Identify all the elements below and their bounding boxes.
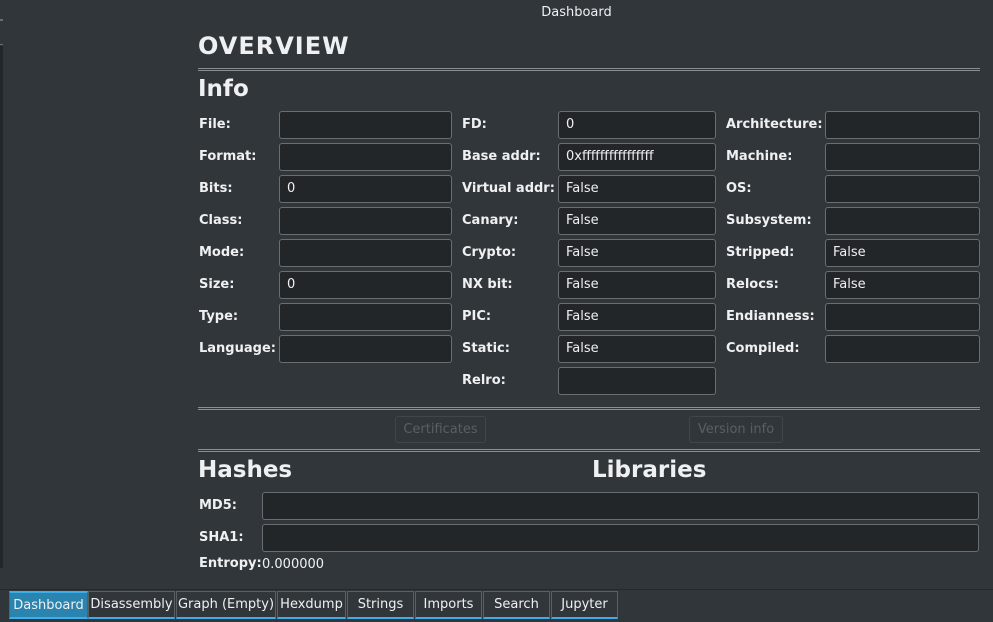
mode-field[interactable] [279, 239, 452, 267]
sidebar-divider [0, 44, 3, 45]
tab-hexdump[interactable]: Hexdump [277, 591, 346, 619]
sha1-field[interactable] [262, 524, 979, 552]
canary-label: Canary: [462, 213, 519, 228]
hashes-title: Hashes [198, 457, 293, 483]
virtual-addr-field[interactable]: False [558, 175, 716, 203]
file-field[interactable] [279, 111, 452, 139]
base-addr-label: Base addr: [462, 149, 541, 164]
format-field[interactable] [279, 143, 452, 171]
relocs-label: Relocs: [726, 277, 779, 292]
mode-label: Mode: [199, 245, 245, 260]
md5-label: MD5: [199, 498, 237, 513]
sidebar-marker [0, 19, 3, 21]
tab-strings[interactable]: Strings [347, 591, 414, 619]
base-addr-field[interactable]: 0xffffffffffffffff [558, 143, 716, 171]
separator [198, 407, 980, 410]
stripped-label: Stripped: [726, 245, 795, 260]
file-label: File: [199, 117, 231, 132]
os-label: OS: [726, 181, 752, 196]
language-label: Language: [199, 341, 276, 356]
architecture-field[interactable] [825, 111, 980, 139]
crypto-field[interactable]: False [558, 239, 716, 267]
pic-field[interactable]: False [558, 303, 716, 331]
relro-field[interactable] [558, 367, 716, 395]
entropy-value: 0.000000 [262, 557, 325, 572]
architecture-label: Architecture: [726, 117, 823, 132]
tab-search[interactable]: Search [483, 591, 550, 619]
overview-title: OVERVIEW [198, 32, 350, 60]
separator [198, 68, 980, 71]
fd-label: FD: [462, 117, 487, 132]
subsystem-label: Subsystem: [726, 213, 812, 228]
bits-field[interactable]: 0 [279, 175, 452, 203]
crypto-label: Crypto: [462, 245, 517, 260]
bits-label: Bits: [199, 181, 233, 196]
nx-bit-field[interactable]: False [558, 271, 716, 299]
virtual-addr-label: Virtual addr: [462, 181, 555, 196]
machine-field[interactable] [825, 143, 980, 171]
info-title: Info [198, 76, 249, 102]
tab-dashboard[interactable]: Dashboard [9, 591, 88, 619]
pic-label: PIC: [462, 309, 492, 324]
class-field[interactable] [279, 207, 452, 235]
type-label: Type: [199, 309, 239, 324]
compiled-label: Compiled: [726, 341, 800, 356]
fd-field[interactable]: 0 [558, 111, 716, 139]
entropy-label: Entropy: [199, 556, 262, 571]
sidebar-panel [0, 46, 3, 568]
size-label: Size: [199, 277, 235, 292]
endianness-label: Endianness: [726, 309, 815, 324]
compiled-field[interactable] [825, 335, 980, 363]
nx-bit-label: NX bit: [462, 277, 513, 292]
language-field[interactable] [279, 335, 452, 363]
format-label: Format: [199, 149, 257, 164]
canary-field[interactable]: False [558, 207, 716, 235]
endianness-field[interactable] [825, 303, 980, 331]
version-info-button[interactable]: Version info [689, 416, 783, 443]
sha1-label: SHA1: [199, 530, 244, 545]
libraries-title: Libraries [592, 457, 707, 483]
tab-graph-empty[interactable]: Graph (Empty) [176, 591, 276, 619]
size-field[interactable]: 0 [279, 271, 452, 299]
type-field[interactable] [279, 303, 452, 331]
machine-label: Machine: [726, 149, 793, 164]
class-label: Class: [199, 213, 243, 228]
os-field[interactable] [825, 175, 980, 203]
subsystem-field[interactable] [825, 207, 980, 235]
md5-field[interactable] [262, 492, 979, 520]
static-field[interactable]: False [558, 335, 716, 363]
stripped-field[interactable]: False [825, 239, 980, 267]
relro-label: Relro: [462, 373, 506, 388]
relocs-field[interactable]: False [825, 271, 980, 299]
window-title: Dashboard [541, 5, 612, 20]
tab-jupyter[interactable]: Jupyter [551, 591, 618, 619]
separator [198, 449, 980, 452]
static-label: Static: [462, 341, 510, 356]
tab-disassembly[interactable]: Disassembly [88, 591, 175, 619]
certificates-button[interactable]: Certificates [395, 416, 486, 443]
tab-imports[interactable]: Imports [415, 591, 482, 619]
